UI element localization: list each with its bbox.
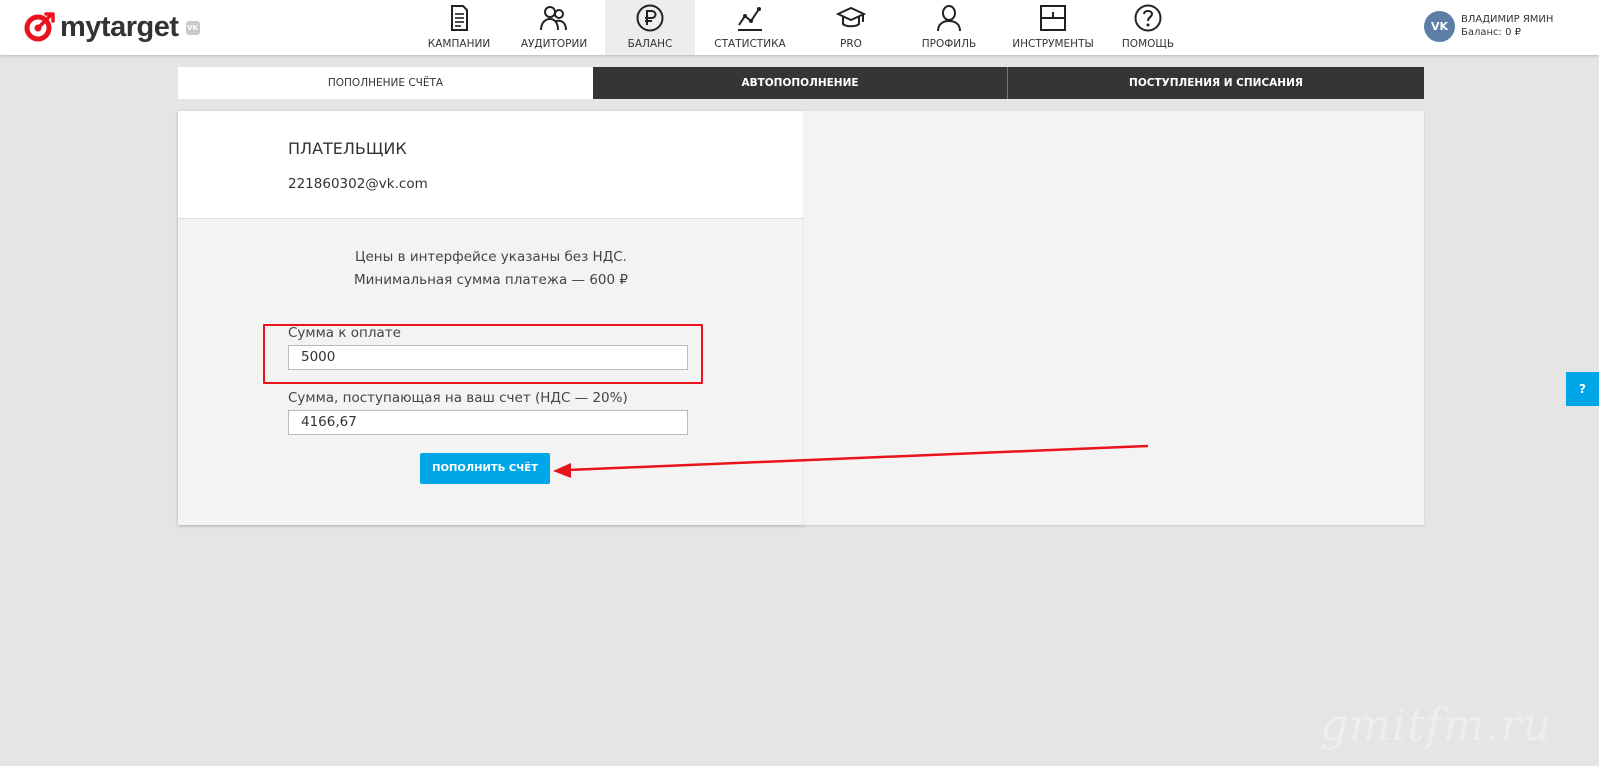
min-payment-note: Минимальная сумма платежа — 600 ₽ bbox=[354, 272, 628, 288]
received-amount-label: Сумма, поступающая на ваш счет (НДС — 20… bbox=[288, 390, 628, 406]
nav-label: СТАТИСТИКА bbox=[714, 38, 786, 50]
nav-label: БАЛАНС bbox=[627, 38, 673, 50]
question-icon bbox=[1134, 4, 1162, 32]
nav-item-pro[interactable]: PRO bbox=[805, 0, 897, 55]
nav-label: КАМПАНИИ bbox=[427, 38, 491, 50]
user-menu[interactable]: VK ВЛАДИМИР ЯМИН Баланс: 0 ₽ bbox=[1424, 11, 1553, 42]
balance-tabs: ПОПОЛНЕНИЕ СЧЁТА АВТОПОПОЛНЕНИЕ ПОСТУПЛЕ… bbox=[178, 67, 1424, 99]
watermark: gmitfm.ru bbox=[1320, 700, 1553, 751]
user-balance: Баланс: 0 ₽ bbox=[1461, 27, 1521, 38]
amount-label: Сумма к оплате bbox=[288, 325, 401, 341]
tab-autopay[interactable]: АВТОПОПОЛНЕНИЕ bbox=[593, 67, 1008, 99]
top-up-panel: ПЛАТЕЛЬЩИК 221860302@vk.com Цены в интер… bbox=[178, 111, 804, 525]
person-icon bbox=[937, 5, 961, 32]
payer-title: ПЛАТЕЛЬЩИК bbox=[288, 139, 407, 158]
nav-item-balance[interactable]: БАЛАНС bbox=[605, 0, 695, 55]
nav-item-tools[interactable]: ИНСТРУМЕНТЫ bbox=[1001, 0, 1105, 55]
main-nav: КАМПАНИИ АУДИТОРИИ БАЛАНС СТАТИСТИКА PRO… bbox=[415, 0, 1191, 55]
nav-item-campaigns[interactable]: КАМПАНИИ bbox=[415, 0, 503, 55]
top-header: mytarget VK КАМПАНИИ АУДИТОРИИ БАЛАНС СТ… bbox=[0, 0, 1599, 55]
user-info: ВЛАДИМИР ЯМИН Баланс: 0 ₽ bbox=[1461, 13, 1553, 39]
received-amount-input[interactable]: 4166,67 bbox=[288, 410, 688, 435]
amount-input[interactable]: 5000 bbox=[288, 345, 688, 370]
nav-label: АУДИТОРИИ bbox=[520, 38, 588, 50]
nav-label: ИНСТРУМЕНТЫ bbox=[1012, 38, 1094, 50]
nav-label: ПОМОЩЬ bbox=[1121, 38, 1175, 50]
tab-top-up[interactable]: ПОПОЛНЕНИЕ СЧЁТА bbox=[178, 67, 593, 99]
nav-label: ПРОФИЛЬ bbox=[921, 38, 977, 50]
right-empty-panel bbox=[804, 111, 1424, 525]
vat-info: Цены в интерфейсе указаны без НДС. Миним… bbox=[178, 246, 804, 292]
payer-email: 221860302@vk.com bbox=[288, 176, 428, 192]
help-side-tab[interactable]: ? bbox=[1566, 372, 1599, 406]
mytarget-logo-icon bbox=[24, 12, 55, 42]
tools-icon bbox=[1040, 5, 1066, 31]
nav-label: PRO bbox=[840, 38, 862, 50]
payer-section: ПЛАТЕЛЬЩИК 221860302@vk.com bbox=[178, 111, 804, 219]
mytarget-logo[interactable]: mytarget VK bbox=[24, 9, 200, 45]
tab-transactions[interactable]: ПОСТУПЛЕНИЯ И СПИСАНИЯ bbox=[1008, 67, 1424, 99]
user-name: ВЛАДИМИР ЯМИН bbox=[1461, 14, 1554, 25]
nav-item-audiences[interactable]: АУДИТОРИИ bbox=[503, 0, 605, 55]
graduation-cap-icon bbox=[836, 6, 866, 28]
nav-item-help[interactable]: ПОМОЩЬ bbox=[1105, 0, 1191, 55]
vk-badge-icon: VK bbox=[185, 21, 200, 35]
document-icon bbox=[451, 5, 468, 31]
ruble-icon bbox=[636, 4, 664, 32]
top-up-button[interactable]: ПОПОЛНИТЬ СЧЁТ bbox=[420, 453, 550, 484]
users-icon bbox=[540, 6, 567, 31]
vk-avatar-icon[interactable]: VK bbox=[1424, 11, 1455, 42]
logo-text: mytarget bbox=[60, 10, 179, 43]
nav-item-profile[interactable]: ПРОФИЛЬ bbox=[897, 0, 1001, 55]
chart-line-icon bbox=[738, 7, 762, 31]
vat-note: Цены в интерфейсе указаны без НДС. bbox=[355, 249, 627, 265]
nav-item-statistics[interactable]: СТАТИСТИКА bbox=[695, 0, 805, 55]
